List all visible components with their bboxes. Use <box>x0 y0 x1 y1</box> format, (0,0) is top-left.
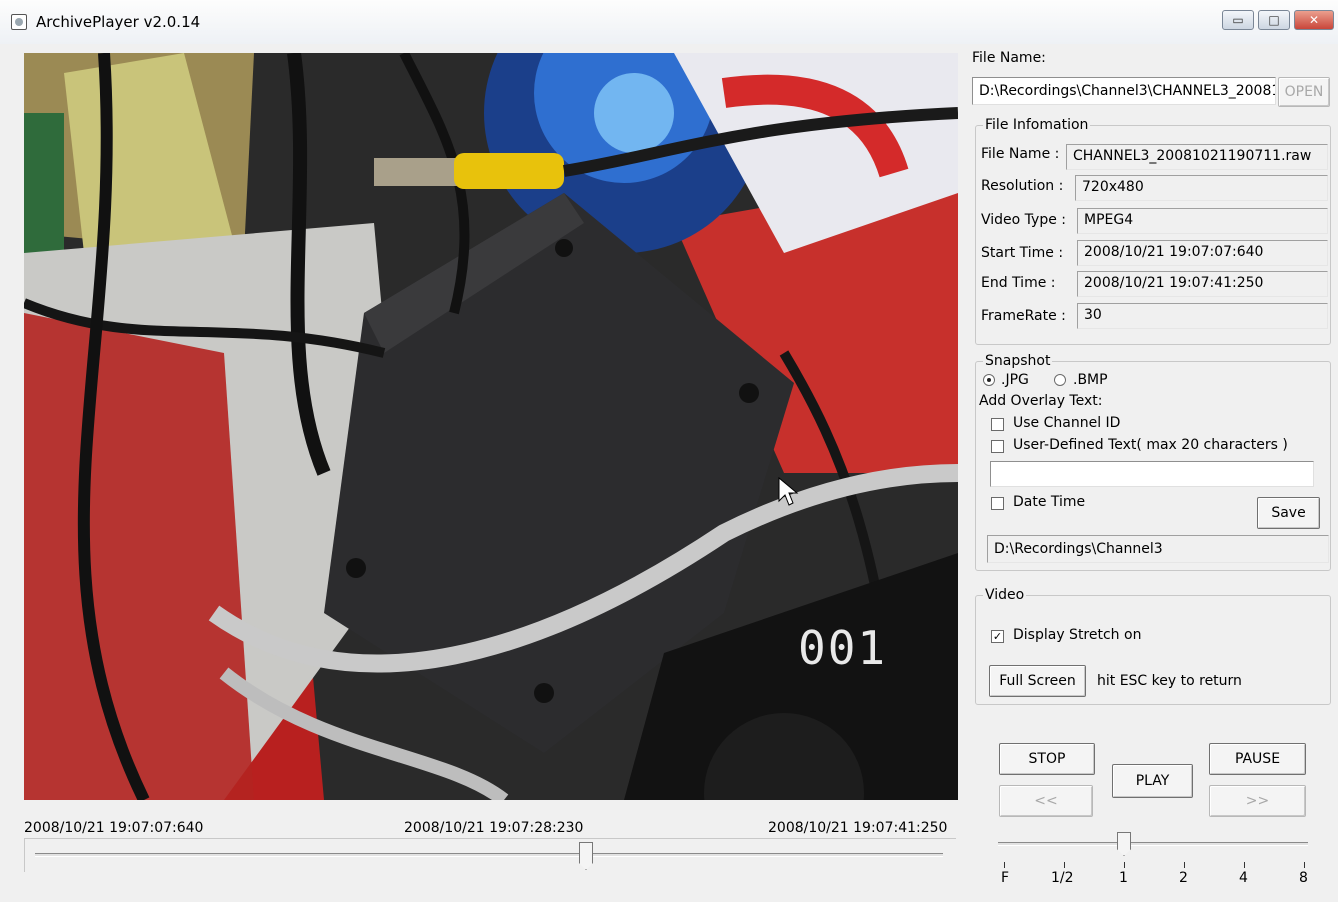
info-starttime-label: Start Time : <box>981 245 1064 261</box>
speed-tick <box>1184 862 1185 868</box>
minimize-button[interactable]: ▭ <box>1222 10 1254 30</box>
info-filename-value: CHANNEL3_20081021190711.raw <box>1066 144 1328 170</box>
full-screen-button[interactable]: Full Screen <box>989 665 1086 697</box>
display-stretch-checkbox[interactable]: ✓ <box>991 630 1004 643</box>
speed-label-half: 1/2 <box>1051 870 1074 886</box>
video-display[interactable]: 001 <box>24 53 958 800</box>
info-framerate-label: FrameRate : <box>981 308 1066 324</box>
speed-tick <box>1304 862 1305 868</box>
timeline-current: 2008/10/21 19:07:28:230 <box>404 820 584 836</box>
close-button[interactable]: ✕ <box>1294 10 1334 30</box>
rewind-button[interactable]: << <box>999 785 1093 817</box>
speed-tick <box>1004 862 1005 868</box>
stop-button[interactable]: STOP <box>999 743 1095 775</box>
info-videotype-value: MPEG4 <box>1077 208 1328 234</box>
open-button[interactable]: OPEN <box>1278 77 1330 107</box>
channel-overlay: 001 <box>798 621 888 675</box>
info-resolution-label: Resolution : <box>981 178 1064 194</box>
info-videotype-label: Video Type : <box>981 212 1066 228</box>
video-frame-image <box>24 53 958 800</box>
app-icon <box>11 14 27 30</box>
info-resolution-value: 720x480 <box>1075 175 1328 201</box>
video-legend: Video <box>983 587 1027 603</box>
speed-label-8: 8 <box>1299 870 1308 886</box>
file-path-field[interactable]: D:\Recordings\Channel3\CHANNEL3_20081021… <box>972 77 1276 105</box>
speed-tick <box>1124 862 1125 868</box>
snapshot-save-path: D:\Recordings\Channel3 <box>987 535 1329 563</box>
bmp-radio-label: .BMP <box>1073 372 1108 388</box>
info-starttime-value: 2008/10/21 19:07:07:640 <box>1077 240 1328 266</box>
speed-tick <box>1244 862 1245 868</box>
info-filename-label: File Name : <box>981 146 1060 162</box>
overlay-text-label: Add Overlay Text: <box>979 393 1103 409</box>
seek-bar-track[interactable] <box>35 853 943 857</box>
speed-label-2: 2 <box>1179 870 1188 886</box>
forward-button[interactable]: >> <box>1209 785 1306 817</box>
user-defined-text-label: User-Defined Text( max 20 characters ) <box>1013 437 1288 453</box>
speed-slider-thumb[interactable] <box>1117 832 1131 856</box>
use-channel-id-label: Use Channel ID <box>1013 415 1121 431</box>
bmp-radio[interactable] <box>1054 374 1066 386</box>
user-defined-text-input[interactable] <box>990 461 1314 487</box>
speed-label-1: 1 <box>1119 870 1128 886</box>
pause-button[interactable]: PAUSE <box>1209 743 1306 775</box>
file-name-label: File Name: <box>972 50 1046 66</box>
file-info-legend: File Infomation <box>983 117 1091 133</box>
date-time-checkbox[interactable] <box>991 497 1004 510</box>
timeline-end: 2008/10/21 19:07:41:250 <box>768 820 948 836</box>
snapshot-legend: Snapshot <box>983 353 1053 369</box>
display-stretch-label: Display Stretch on <box>1013 627 1142 643</box>
date-time-label: Date Time <box>1013 494 1086 510</box>
timeline-start: 2008/10/21 19:07:07:640 <box>24 820 204 836</box>
speed-slider-track[interactable] <box>998 842 1308 846</box>
play-button[interactable]: PLAY <box>1112 764 1193 798</box>
speed-label-4: 4 <box>1239 870 1248 886</box>
jpg-radio[interactable] <box>983 374 995 386</box>
jpg-radio-label: .JPG <box>1001 372 1029 388</box>
maximize-button[interactable]: □ <box>1258 10 1290 30</box>
info-framerate-value: 30 <box>1077 303 1328 329</box>
user-defined-text-checkbox[interactable] <box>991 440 1004 453</box>
esc-hint: hit ESC key to return <box>1097 673 1242 689</box>
window-title: ArchivePlayer v2.0.14 <box>36 13 201 31</box>
speed-label-f: F <box>1001 870 1010 886</box>
info-endtime-value: 2008/10/21 19:07:41:250 <box>1077 271 1328 297</box>
speed-tick <box>1064 862 1065 868</box>
title-bar: ArchivePlayer v2.0.14 ▭ □ ✕ <box>0 0 1338 44</box>
use-channel-id-checkbox[interactable] <box>991 418 1004 431</box>
save-button[interactable]: Save <box>1257 497 1320 529</box>
info-endtime-label: End Time : <box>981 275 1056 291</box>
